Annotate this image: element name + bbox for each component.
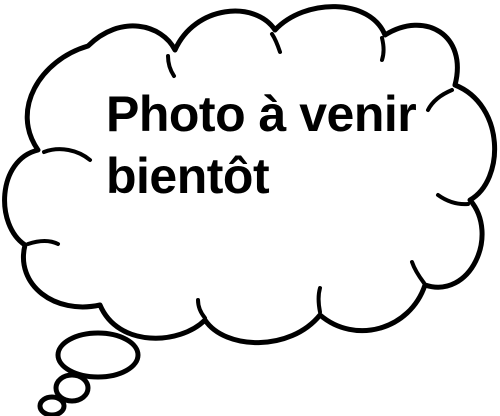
cloud-contour-bottom-mid — [316, 286, 322, 314]
placeholder-text-line-2: bientôt — [106, 148, 270, 204]
thought-circle-large — [55, 330, 141, 380]
thought-circle-small — [37, 394, 67, 416]
placeholder-text-line-1: Photo à venir — [106, 86, 417, 142]
thought-bubble-icon — [2, 4, 498, 416]
cloud-contour-top-right — [380, 36, 386, 62]
placeholder-text: Photo à venir bientôt — [106, 83, 446, 207]
